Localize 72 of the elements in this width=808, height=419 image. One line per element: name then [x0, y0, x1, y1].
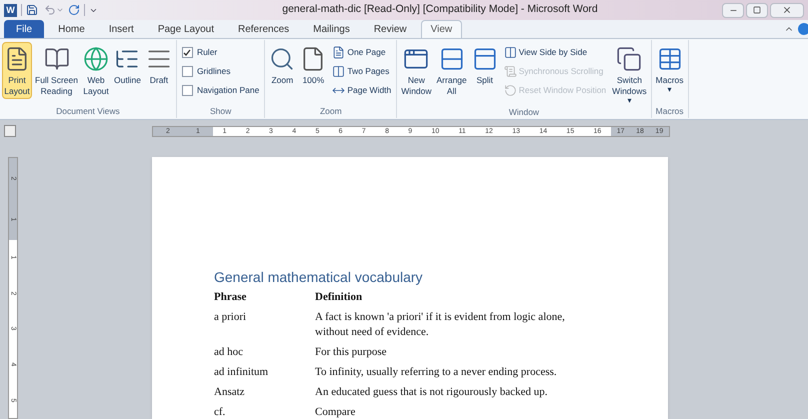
magnifier-icon [269, 46, 296, 72]
table-cell-text: ad infinitum [214, 365, 270, 380]
side-by-side-icon [504, 46, 517, 59]
group-label: Zoom [318, 105, 343, 118]
ribbon-button[interactable]: Draft [144, 42, 174, 88]
globe-icon [83, 46, 109, 72]
rows-icon [438, 46, 465, 72]
group-label: Show [209, 105, 232, 118]
group-label: Macros [654, 105, 685, 118]
ribbon-small-button[interactable]: Two Pages [332, 62, 392, 81]
checkbox-option[interactable]: Ruler [182, 43, 260, 62]
ribbon-button[interactable]: Print Layout [2, 42, 32, 99]
save-icon[interactable] [26, 4, 38, 16]
ribbon-button[interactable]: Switch Windows ▾ [610, 42, 649, 107]
ribbon-tab[interactable]: Page Layout [148, 20, 224, 38]
page-icon [332, 46, 346, 59]
two-pages-icon [332, 65, 346, 78]
ribbon-button[interactable]: New Window [399, 42, 434, 99]
tab-selector-icon[interactable] [4, 125, 16, 137]
ribbon-button[interactable]: Outline [112, 42, 143, 88]
ribbon-button[interactable]: Full Screen Reading [33, 42, 80, 99]
checkbox-option[interactable]: Navigation Pane [182, 81, 260, 100]
book-icon [44, 46, 70, 72]
table-cell-text: An educated guess that is not rigourously backed up. [315, 385, 548, 400]
windows-icon [616, 46, 642, 72]
ribbon-button[interactable]: Split [470, 42, 500, 88]
table-cell-text: For this purpose [315, 345, 388, 360]
check-icon [183, 48, 192, 56]
checkbox[interactable] [182, 66, 193, 77]
table-icon [656, 46, 683, 72]
table-cell-text: Compare [315, 405, 356, 419]
ribbon-tab[interactable]: Review [364, 20, 417, 38]
restore-button[interactable] [746, 2, 768, 18]
close-icon [782, 5, 792, 15]
restore-icon [753, 6, 761, 14]
ribbon-tab[interactable]: References [228, 20, 300, 38]
close-button[interactable] [770, 2, 804, 18]
ribbon-button[interactable]: Arrange All [434, 42, 469, 99]
table-cell-text: A fact is known 'a priori' if it is evident from logic alone, without need of evidence. [315, 310, 566, 340]
dropdown-icon[interactable] [56, 6, 64, 14]
window-title: general-math-dic [Read-Only] [Compatibility Mode] - Microsoft Word [282, 2, 598, 18]
ribbon-button[interactable]: Zoom [267, 42, 298, 88]
ribbon-tab[interactable]: Mailings [303, 20, 360, 38]
document-heading: General mathematical vocabulary [214, 268, 424, 287]
scroll-icon [504, 65, 517, 78]
ribbon-tab[interactable]: Home [48, 20, 95, 38]
checkbox-option[interactable]: Gridlines [182, 62, 260, 81]
ribbon-button[interactable]: Web Layout [81, 42, 111, 99]
group-label: Document Views [55, 105, 121, 118]
ribbon-tab[interactable]: View [420, 20, 462, 38]
undo-icon[interactable] [44, 4, 56, 16]
table-cell-text: Ansatz [214, 385, 246, 400]
table-cell-text: ad hoc [214, 345, 244, 360]
ribbon-small-button[interactable]: One Page [332, 43, 392, 62]
word-app-icon[interactable]: W [4, 4, 17, 16]
table-cell-text: cf. [214, 405, 226, 419]
table-cell-text: a priori [214, 310, 248, 325]
column-header: Phrase [214, 290, 248, 305]
column-header: Definition [315, 290, 364, 305]
checkbox[interactable] [182, 47, 193, 58]
file-tab[interactable]: File [4, 20, 44, 38]
ribbon-button[interactable]: 100% [298, 42, 328, 88]
split-window-icon [472, 46, 498, 72]
ribbon-tab[interactable]: Insert [98, 20, 144, 38]
table-cell-text: To infinity, usually referring to a never ending process. [315, 365, 558, 380]
reset-icon [504, 84, 517, 97]
ribbon-button[interactable]: Macros ▾ [654, 42, 686, 96]
ribbon-small-button[interactable]: Page Width [332, 81, 392, 100]
group-label: Window [508, 106, 540, 119]
ribbon-small-button[interactable]: View Side by Side [504, 43, 606, 62]
checkbox[interactable] [182, 85, 193, 96]
redo-icon[interactable] [68, 4, 80, 16]
